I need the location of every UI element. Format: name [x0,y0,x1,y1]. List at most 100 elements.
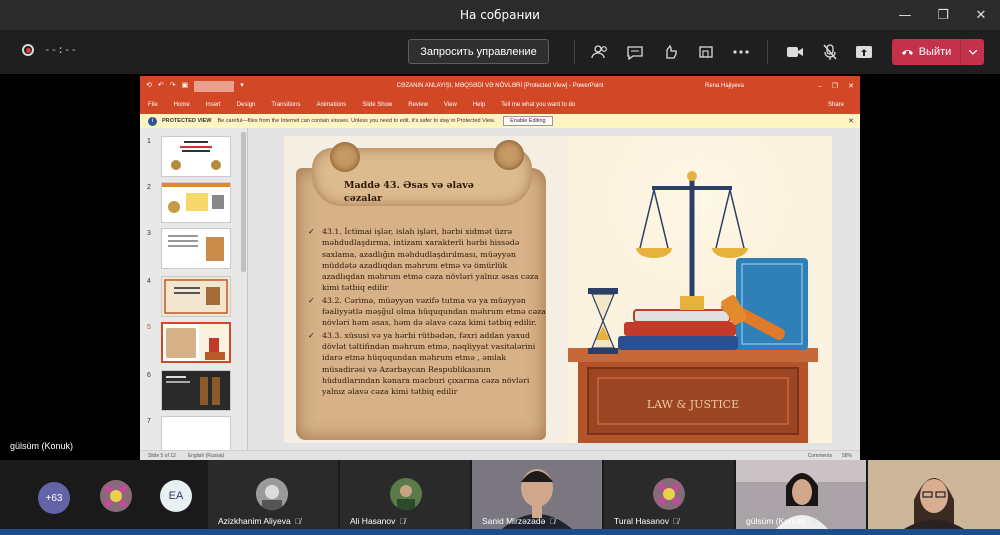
law-justice-illustration: LAW & JUSTICE [568,136,832,443]
participant-tile[interactable]: Tural Hasanov 🎙̸ [604,460,734,529]
more-participants-tile[interactable]: +63 [0,460,100,529]
ppt-statusbar: Slide 5 of 12 English (Russia) Comments … [140,450,860,460]
reactions-icon[interactable] [659,40,683,64]
recording-icon [22,44,34,56]
chevron-down-icon [968,49,977,55]
slide-number: 3 [147,230,151,237]
leave-main[interactable]: Выйти [892,46,960,58]
slide-thumbnail-7[interactable] [161,416,231,450]
mic-off-icon: 🎙̸ [672,516,679,526]
participants-icon[interactable] [588,40,612,64]
ribbon-tab-design[interactable]: Design [229,102,264,108]
ribbon-tab-home[interactable]: Home [166,102,198,108]
slide-position: Slide 5 of 12 [148,452,176,459]
minimize-button[interactable]: — [886,0,924,30]
participant-name-text: Ali Hasanov [350,516,396,526]
taskbar-strip [0,529,1000,535]
more-participants-count[interactable]: +63 [38,482,70,514]
tell-me-search[interactable]: Tell me what you want to do [493,102,583,108]
ribbon-tab-animations[interactable]: Animations [309,102,355,108]
participant-name: Ali Hasanov 🎙̸ [350,516,405,526]
comments-button[interactable]: Comments [808,453,832,459]
avatar [256,478,288,510]
restore-button[interactable]: ❐ [924,0,962,30]
slide-number: 4 [147,278,151,285]
participant-gallery: +63 EA Azizkhanim Aliyeva 🎙̸ Ali Hasanov… [0,460,1000,535]
paragraph-43-3: 43.3. xüsusi və ya hərbi rütbədən, fəxri… [308,330,548,398]
ribbon-tab-slideshow[interactable]: Slide Show [354,102,400,108]
meeting-timer: --:-- [44,43,78,56]
slide-body: 43.1. İctimai işlər, islah işləri, hərbi… [308,226,548,398]
slide-canvas[interactable]: Maddə 43. Əsas və əlavə cəzalar 43.1. İc… [249,128,860,450]
scroll-roll-right [494,140,524,170]
chat-icon[interactable] [623,40,647,64]
rooms-icon[interactable] [694,40,718,64]
presenter-name: gülsüm (Konuk) [10,441,74,451]
mic-off-icon: 🎙̸ [809,516,816,526]
ribbon-tab-transitions[interactable]: Transitions [263,102,308,108]
powerpoint-window: ⟲ ↶ ↷ ▣ ▾ CƏZANIN ANLAYIŞI, MƏQSƏDİ VƏ N… [140,76,860,460]
slide-heading: Maddə 43. Əsas və əlavə cəzalar [344,180,474,204]
participant-video [868,460,1000,529]
slide-thumbnail-1[interactable] [161,136,231,177]
slide-thumbnail-2[interactable] [161,182,231,223]
mic-off-icon[interactable] [818,40,842,64]
camera-icon[interactable] [783,40,807,64]
shared-screen-stage: ⟲ ↶ ↷ ▣ ▾ CƏZANIN ANLAYIŞI, MƏQSƏDİ VƏ N… [0,74,1000,460]
hangup-icon [901,50,913,55]
enable-editing-button[interactable]: Enable Editing [503,116,553,126]
ribbon-tab-insert[interactable]: Insert [198,102,229,108]
share-screen-icon[interactable] [852,40,876,64]
participant-tile[interactable]: Ali Hasanov 🎙̸ [340,460,470,529]
ribbon-tab-review[interactable]: Review [400,102,436,108]
participant-tile[interactable]: Azizkhanim Aliyeva 🎙̸ [208,460,338,529]
ribbon-tab-view[interactable]: View [436,102,465,108]
thumbnails-scrollbar[interactable] [241,132,246,272]
slide-number: 2 [147,184,151,191]
slide-thumbnail-4[interactable] [161,276,231,317]
close-icon[interactable]: ✕ [848,117,854,125]
protected-view-bar: i PROTECTED VIEW Be careful—files from t… [140,114,860,128]
protected-message: Be careful—files from the Internet can c… [217,118,496,124]
ppt-window-controls: – ❐ ✕ [818,82,854,90]
ribbon-tab-help[interactable]: Help [465,102,493,108]
ppt-minimize[interactable]: – [818,82,822,90]
slide-thumbnail-3[interactable] [161,228,231,269]
participant-video-tile[interactable] [868,460,1000,529]
statusbar-right: Comments 58% [808,453,852,459]
slide-number: 7 [147,418,151,425]
slide-number: 6 [147,372,151,379]
ppt-restore[interactable]: ❐ [832,82,838,90]
zoom-level[interactable]: 58% [842,453,852,459]
participant-name: Azizkhanim Aliyeva 🎙̸ [218,516,301,526]
leave-button[interactable]: Выйти [892,39,984,65]
participant-tile[interactable] [100,460,140,529]
request-control-button[interactable]: Запросить управление [408,39,549,64]
ppt-titlebar: ⟲ ↶ ↷ ▣ ▾ CƏZANIN ANLAYIŞI, MƏQSƏDİ VƏ N… [140,76,860,96]
mic-off-icon: 🎙̸ [549,516,556,526]
participant-tile[interactable]: EA [150,460,206,529]
leave-label: Выйти [918,46,952,58]
ppt-ribbon-tabs: File Home Insert Design Transitions Anim… [140,96,860,114]
slide-thumbnail-6[interactable] [161,370,231,411]
art-caption: LAW & JUSTICE [647,398,739,411]
language-indicator: English (Russia) [187,452,225,459]
slide-thumbnail-5[interactable] [161,322,231,363]
participant-video-tile[interactable]: gülsüm (Konuk) 🎙̸ [736,460,866,529]
leave-dropdown[interactable] [960,39,984,65]
ppt-share-button[interactable]: Share [820,102,852,108]
participant-name-text: Tural Hasanov [614,516,669,526]
ppt-title: CƏZANIN ANLAYIŞI, MƏQSƏDİ VƏ NÖVLƏRİ [Pr… [396,83,604,89]
ppt-close[interactable]: ✕ [848,82,854,90]
slide-number: 1 [147,138,151,145]
current-slide[interactable]: Maddə 43. Əsas və əlavə cəzalar 43.1. İc… [284,136,832,443]
close-button[interactable]: ✕ [962,0,1000,30]
toolbar-divider [767,40,768,64]
slide-thumbnails-pane[interactable]: 1 2 3 4 5 6 7 [140,128,248,450]
more-icon[interactable] [729,40,753,64]
participant-name-text: gülsüm (Konuk) [746,516,806,526]
mic-off-icon: 🎙̸ [399,516,406,526]
participant-video-tile[interactable]: Sanid Mirzəzadə 🎙̸ [472,460,602,529]
mic-off-icon: 🎙̸ [294,516,301,526]
ribbon-tab-file[interactable]: File [140,102,166,108]
